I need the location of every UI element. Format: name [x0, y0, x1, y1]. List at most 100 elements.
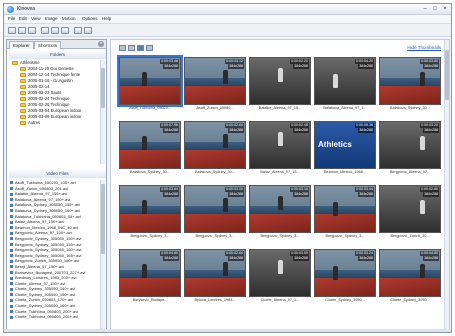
thumbnail-duration: 0:00:03.16 [290, 187, 309, 192]
athlete-figure [278, 68, 283, 82]
thumbnail-caption: Borysevic_Budape... [132, 298, 168, 302]
thumbnail-dimensions: 384x288 [358, 256, 374, 261]
thumbnail-duration: 0:00:02.48 [290, 123, 309, 128]
panel-tabs: Explorer Shortcuts × [7, 40, 106, 49]
thumbnail-dimensions: 384x288 [293, 192, 309, 197]
thumbnail-image[interactable]: 0:00:02.64 384x288 [184, 121, 246, 169]
new-icon[interactable] [8, 27, 16, 34]
thumbnail-image[interactable]: 0:00:04.80 384x288 [379, 249, 441, 297]
menu-edit[interactable]: Edit [19, 16, 27, 21]
tree-folder-item[interactable]: Autres [10, 120, 100, 126]
thumbnail-image[interactable]: 0:00:03.44 384x288 [314, 185, 376, 233]
thumbnail-duration: 0:00:02.64 [225, 251, 244, 256]
thumbnail-panel: Hide Thumbnails 0:00:03.48 384x288 Asuff_T… [110, 39, 450, 331]
open-icon[interactable] [18, 27, 26, 34]
thumbnail-image[interactable]: 0:00:02.20 384x288 [249, 57, 311, 105]
thumbnail-image[interactable]: 0:00:03.00 384x288 [249, 249, 311, 297]
size-small-button[interactable] [119, 45, 126, 51]
thumbnail-image[interactable]: 0:00:02.64 384x288 [184, 249, 246, 297]
tree-folder-label: 2005-02-14 [28, 84, 50, 89]
thumbnail-dimensions: 384x288 [228, 128, 244, 133]
tab-shortcuts[interactable]: Shortcuts [34, 41, 62, 49]
scrollbar-thumb[interactable] [445, 50, 449, 100]
thumbnail-caption: Bergpovic_Aleena_97... [389, 170, 431, 174]
thumbnail-image[interactable]: 0:00:03.80 384x288 [379, 57, 441, 105]
file-explorer-panel: Explorer Shortcuts × Folders Athletisme 2… [6, 39, 107, 331]
thumbnail-duration: 0:00:02.80 [420, 187, 439, 192]
minimize-button[interactable]: – [421, 6, 429, 13]
thumbnail-image[interactable]: 0:00:03.24 384x288 [314, 249, 376, 297]
thumbnail-caption: Bergpovic_Zurich_30... [390, 234, 430, 238]
folder-tree-scrollbar[interactable] [100, 60, 105, 164]
athlete-figure [142, 200, 147, 214]
thumbnail-caption: Balatke_Aleena_97_15... [258, 106, 302, 110]
thumbnail-duration: 0:00:07.96 [160, 123, 179, 128]
menu-motion[interactable]: Motion [62, 16, 76, 21]
thumbnail-duration: 0:00:02.20 [290, 59, 309, 64]
thumbnail-image[interactable]: 0:00:04.20 384x288 [314, 57, 376, 105]
tab-explorer[interactable]: Explorer [9, 41, 34, 49]
hide-thumbnails-link[interactable]: Hide Thumbnails [407, 45, 441, 50]
tree-folder-label: 2005-02-24 Technique [28, 96, 70, 101]
size-large-button[interactable] [137, 45, 144, 51]
thumbnail-image[interactable]: 0:00:02.80 384x288 [379, 185, 441, 233]
menu-help[interactable]: Help [102, 16, 111, 21]
thumbnail-caption: Beamon_Mexico_1968... [323, 170, 366, 174]
thumbnail-image[interactable]: 0:00:03.00 384x288 [184, 185, 246, 233]
folders-heading: Folders [9, 51, 106, 59]
folder-icon [20, 102, 26, 107]
athlete-figure [142, 136, 147, 150]
thumbnail-dimensions: 384x288 [163, 192, 179, 197]
thumbnail-image[interactable]: 0:00:03.20 384x288 [379, 121, 441, 169]
thumbnail-duration: 0:00:03.12 [225, 59, 244, 64]
screen-icon[interactable] [41, 27, 49, 34]
maximize-button[interactable]: □ [431, 6, 439, 13]
thumbnail-duration: 0:00:03.64 [160, 187, 179, 192]
settings-icon[interactable] [74, 27, 82, 34]
video-file-item[interactable]: Cloete_Tukhoina_050803_205+.avi [10, 314, 100, 320]
tree-folder-label: 2004-12-14 Technique fente [28, 72, 81, 77]
thumbnail-image[interactable]: 0:00:07.96 384x288 [119, 121, 181, 169]
thumbnail-caption: Cloete_Sydney_3050... [325, 298, 365, 302]
close-button[interactable]: × [441, 6, 449, 13]
thumbnail-image[interactable]: Athletics 0:00:05.36 384x288 [314, 121, 376, 169]
thumbnail-duration: 0:00:03.00 [225, 187, 244, 192]
thumbnail-image[interactable]: 0:00:03.16 384x288 [249, 185, 311, 233]
scrollbar-thumb[interactable] [101, 68, 105, 108]
scrollbar-thumb[interactable] [101, 184, 105, 254]
athlete-figure [420, 136, 425, 150]
thumbnail-dimensions: 384x288 [423, 192, 439, 197]
thumbnail-caption: Balakova_Sydney_30... [195, 170, 235, 174]
menu-options[interactable]: Options [82, 16, 98, 21]
athlete-figure [223, 134, 228, 148]
athletics-overlay-text: Athletics [318, 140, 352, 149]
thumbnail-image[interactable]: 0:00:02.48 384x288 [249, 121, 311, 169]
close-icon[interactable]: × [98, 41, 104, 47]
explorer-icon[interactable] [84, 27, 92, 34]
thumbnail-dimensions: 384x288 [358, 128, 374, 133]
thumbnail-image[interactable]: 0:00:04.60 384x288 [119, 249, 181, 297]
athlete-figure [333, 74, 338, 88]
tree-folder-label: Autres [28, 120, 41, 125]
thumbnail-caption: Balakova_Sydney_30... [130, 170, 170, 174]
thumbnail-dimensions: 384x288 [358, 64, 374, 69]
thumbnail-dimensions: 384x288 [423, 64, 439, 69]
menu-file[interactable]: File [8, 16, 15, 21]
thumbnail-image[interactable]: 0:00:03.64 384x288 [119, 185, 181, 233]
thumbnail-dimensions: 384x288 [228, 192, 244, 197]
thumbnail-image[interactable]: 0:00:03.12 384x288 [184, 57, 246, 105]
folder-icon [20, 72, 26, 77]
screens-icon[interactable] [51, 27, 59, 34]
menu-image[interactable]: Image [45, 16, 58, 21]
menu-view[interactable]: View [31, 16, 41, 21]
athlete-figure [142, 264, 147, 278]
size-xlarge-button[interactable] [146, 45, 153, 51]
tree-folder-label: 2005-02-26 Technique [28, 102, 70, 107]
thumbnail-caption: Cloete_Sydney_3050... [390, 298, 430, 302]
size-medium-button[interactable] [128, 45, 135, 51]
thumbnail-scrollbar[interactable] [444, 40, 449, 330]
save-icon[interactable] [28, 27, 36, 34]
capture-icon[interactable] [61, 27, 69, 34]
video-list-scrollbar[interactable] [100, 180, 105, 330]
thumbnail-image[interactable]: 0:00:03.48 384x288 [117, 55, 183, 107]
